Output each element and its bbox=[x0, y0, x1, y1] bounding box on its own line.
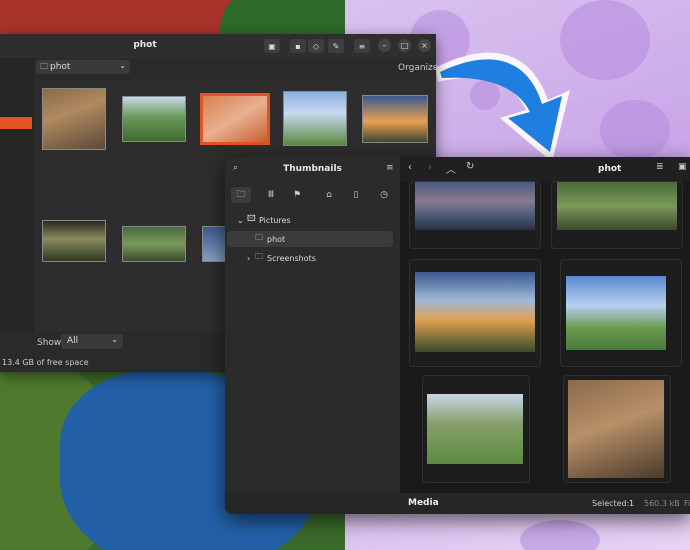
tag-icon[interactable]: ◇ bbox=[308, 39, 324, 53]
tree-item-phot[interactable]: 🗀 phot bbox=[227, 231, 393, 247]
grid-cell[interactable] bbox=[563, 375, 671, 483]
forward-icon[interactable]: › bbox=[428, 162, 432, 173]
thumbnail-railway[interactable] bbox=[122, 226, 186, 262]
library-icon[interactable]: Ⅲ bbox=[261, 187, 281, 203]
sort-icon[interactable]: ≣ bbox=[656, 162, 664, 172]
back-icon[interactable]: ‹ bbox=[408, 162, 412, 173]
tree-item-label: Pictures bbox=[259, 215, 291, 225]
thumbnail-signpost[interactable] bbox=[283, 91, 347, 146]
status-truncated-text: Fi bbox=[684, 499, 690, 508]
recent-icon[interactable]: ◷ bbox=[374, 187, 394, 203]
close-button[interactable]: × bbox=[418, 39, 431, 52]
gallery-window: ⌕ Thumbnails ≡ 🗀 Ⅲ ⚑ ⌂ ▯ ◷ ⌄ 🖾 Pictures … bbox=[225, 157, 690, 514]
minimize-button[interactable]: – bbox=[378, 39, 391, 52]
tree-item-label: Screenshots bbox=[267, 253, 316, 263]
show-filter-select[interactable]: All ⌄ bbox=[61, 334, 123, 349]
grid-cell[interactable] bbox=[551, 181, 683, 249]
tree-item-screenshots[interactable]: › 🗀 Screenshots bbox=[227, 250, 393, 266]
menu-icon[interactable]: ≡ bbox=[354, 39, 370, 53]
pictures-folder-icon: 🖾 bbox=[247, 214, 256, 223]
tree-item-pictures[interactable]: ⌄ 🖾 Pictures bbox=[227, 212, 393, 228]
photo-railway bbox=[557, 182, 677, 230]
tree-item-label: phot bbox=[267, 234, 286, 244]
photo-cat-couch bbox=[568, 380, 664, 478]
folder-icon: 🗀 bbox=[40, 62, 48, 71]
titlebar: phot ▣ ▪ ◇ ✎ ≡ – □ × bbox=[0, 34, 436, 58]
main-view: ‹ › ︿ ↻ phot ≣ ▣ bbox=[400, 157, 690, 514]
thumbnail-selected[interactable] bbox=[200, 93, 270, 145]
folder-icon: 🗀 bbox=[255, 252, 263, 261]
thumbnail-forest[interactable] bbox=[42, 220, 106, 262]
show-filter-value: All bbox=[67, 336, 79, 346]
grid-cell[interactable] bbox=[422, 375, 530, 483]
status-media-label: Media bbox=[408, 498, 439, 508]
photo-cat-grass bbox=[427, 394, 523, 464]
up-icon[interactable]: ︿ bbox=[446, 161, 456, 176]
photo-stonehenge bbox=[415, 272, 535, 352]
sidebar bbox=[0, 58, 34, 354]
selected-count: 1 bbox=[629, 499, 635, 508]
folder-name: phot bbox=[50, 62, 71, 72]
folder-icon: 🗀 bbox=[255, 233, 263, 242]
window-title: phot bbox=[598, 164, 622, 174]
chevron-down-icon: ⌄ bbox=[237, 215, 244, 225]
organize-button[interactable]: Organize bbox=[398, 63, 438, 73]
refresh-icon[interactable]: ↻ bbox=[466, 161, 474, 172]
gallery-icon[interactable]: ▣ bbox=[264, 39, 280, 53]
maximize-button[interactable]: □ bbox=[398, 39, 411, 52]
flag-icon[interactable]: ⚑ bbox=[287, 187, 307, 203]
window-title: phot bbox=[133, 40, 157, 50]
photo-lighthouse bbox=[415, 182, 535, 230]
thumbnail-cat-grass[interactable] bbox=[122, 96, 186, 142]
sidebar-selected-item[interactable] bbox=[0, 117, 32, 129]
sidebar-header: ⌕ Thumbnails ≡ bbox=[225, 157, 400, 181]
selected-label: Selected: bbox=[592, 499, 630, 508]
sidebar: ⌕ Thumbnails ≡ 🗀 Ⅲ ⚑ ⌂ ▯ ◷ ⌄ 🖾 Pictures … bbox=[225, 157, 400, 514]
grid-cell[interactable] bbox=[409, 181, 541, 249]
sidebar-title: Thumbnails bbox=[283, 164, 342, 174]
search-icon[interactable]: ⌕ bbox=[233, 163, 238, 173]
wrench-icon[interactable]: ✎ bbox=[328, 39, 344, 53]
folder-selector[interactable]: 🗀 phot ⌄ bbox=[36, 60, 130, 74]
view-icon[interactable]: ▣ bbox=[678, 162, 687, 172]
chevron-down-icon: ⌄ bbox=[119, 61, 126, 70]
thumbnail-stonehenge[interactable] bbox=[362, 95, 428, 143]
arrow-decoration bbox=[435, 52, 570, 162]
photo-signpost bbox=[566, 276, 666, 350]
free-space-text: 13.4 GB of free space bbox=[2, 358, 89, 367]
thumbnail-cat-couch[interactable] bbox=[42, 88, 106, 150]
header-bar: ‹ › ︿ ↻ phot ≣ ▣ bbox=[400, 157, 690, 181]
bookmark-icon[interactable]: ▯ bbox=[346, 187, 366, 203]
show-label: Show: bbox=[37, 338, 64, 348]
grid-cell[interactable] bbox=[560, 259, 682, 367]
selected-size: 560.3 kB bbox=[644, 499, 680, 508]
chevron-right-icon: › bbox=[247, 253, 251, 263]
chevron-down-icon: ⌄ bbox=[111, 335, 118, 344]
menu-icon[interactable]: ≡ bbox=[386, 163, 394, 173]
folder-view-icon[interactable]: 🗀 bbox=[231, 187, 251, 203]
home-icon[interactable]: ⌂ bbox=[319, 187, 339, 203]
comment-icon[interactable]: ▪ bbox=[290, 39, 306, 53]
grid-cell[interactable] bbox=[409, 259, 541, 367]
